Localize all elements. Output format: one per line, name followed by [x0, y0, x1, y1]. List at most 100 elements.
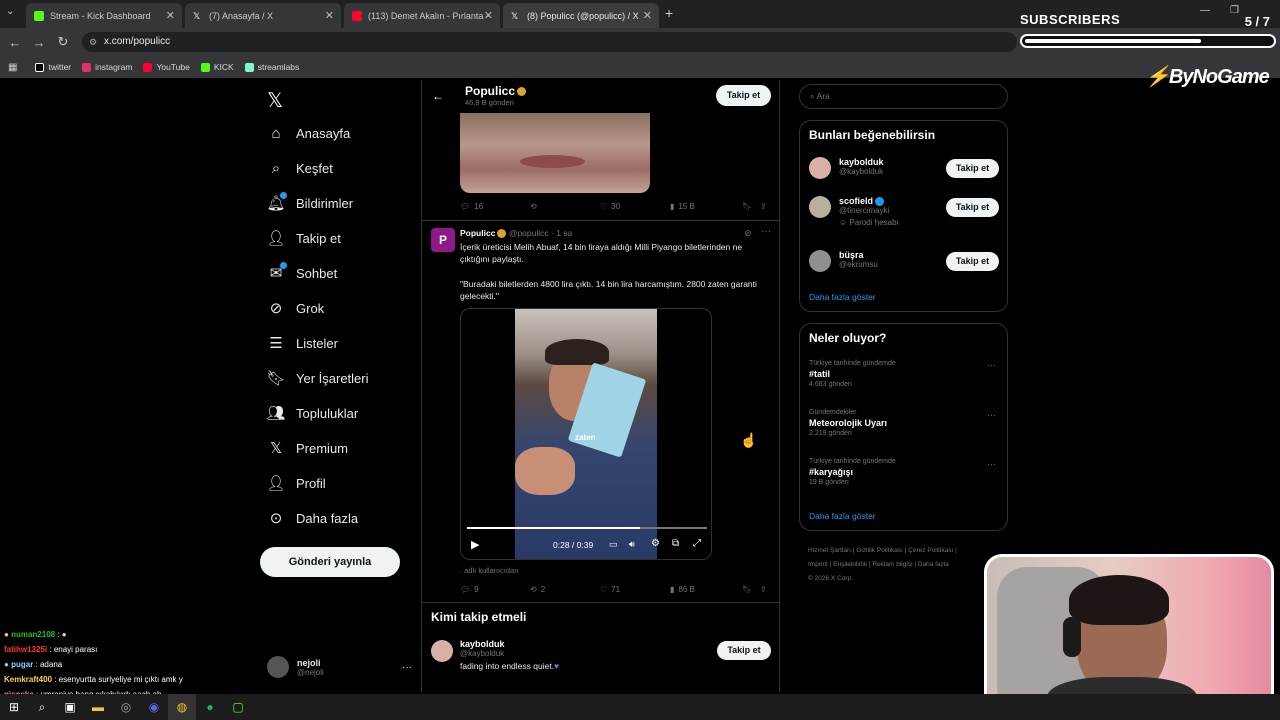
suggested-user[interactable]: kaybolduk @kaybolduk	[809, 157, 884, 179]
windows-start-icon[interactable]: ⊞	[0, 694, 28, 720]
repost-button[interactable]: ⟲	[530, 202, 537, 211]
tab-label: (113) Demet Akalın - Pırlanta -	[368, 10, 489, 21]
site-info-icon[interactable]: ⚙	[89, 32, 97, 52]
search-icon[interactable]: ⌕	[28, 694, 56, 720]
account-switcher[interactable]: nejoli @nejoli ···	[267, 654, 412, 680]
task-view-icon[interactable]: ▣	[56, 694, 84, 720]
bookmark-streamlabs[interactable]: streamlabs	[244, 62, 299, 72]
share-icon[interactable]: ⇪	[760, 585, 767, 594]
nav-follow[interactable]: 👤︎ Takip et	[266, 230, 340, 247]
close-tab-icon[interactable]: ✕	[325, 9, 334, 22]
show-more-link[interactable]: Daha fazla göster	[809, 292, 876, 302]
video-player[interactable]: zaten ▶ 0:28 / 0:39 ▭ 🔊︎ ⚙ ⧉ ⤢	[460, 308, 712, 560]
youtube-icon	[143, 62, 153, 72]
views-button[interactable]: ▮ 86 B	[670, 585, 695, 594]
nav-explore[interactable]: ⌕ Keşfet	[268, 160, 333, 177]
like-button[interactable]: ♡ 71	[600, 585, 620, 594]
bookmark-twitter[interactable]: twitter	[35, 62, 71, 72]
spotify-icon[interactable]: ●	[196, 694, 224, 720]
more-icon[interactable]: ···	[987, 360, 996, 370]
trend-item[interactable]: Türkiye tarihinde gündemde #karyağışı 19…	[809, 458, 896, 486]
apps-grid-icon[interactable]: ▦	[8, 62, 17, 73]
captions-icon[interactable]: ▭	[609, 539, 618, 550]
nav-more[interactable]: ⊙ Daha fazla	[268, 510, 358, 527]
bookmark-youtube[interactable]: YouTube	[143, 62, 190, 72]
footer-links[interactable]: Hizmet Şartları | Gizlilik Politikası | …	[808, 544, 998, 586]
more-icon[interactable]: ···	[761, 226, 771, 237]
discord-icon[interactable]: ◉	[140, 694, 168, 720]
app-icon[interactable]: ▢	[224, 694, 252, 720]
post-button[interactable]: Gönderi yayınla	[260, 547, 400, 577]
like-button[interactable]: ♡ 30	[600, 202, 620, 211]
trend-item[interactable]: Türkiye tarihinde gündemde #tatil 4.683 …	[809, 360, 896, 388]
fullscreen-icon[interactable]: ⤢	[693, 538, 701, 549]
bookmark-kick[interactable]: KICK	[200, 62, 234, 72]
browser-tab-populicc[interactable]: 𝕏 (8) Populicc (@populicc) / X ✕	[503, 3, 659, 28]
x-icon: 𝕏	[511, 10, 519, 21]
video-credit[interactable]: . adlı kullanıcıdan	[460, 566, 518, 575]
more-icon[interactable]: ···	[987, 459, 996, 469]
bookmark-post-icon[interactable]: 🔖︎	[742, 585, 752, 594]
suggested-user[interactable]: büşra @ekrumsu	[809, 250, 878, 272]
new-tab-button[interactable]: +	[665, 5, 673, 21]
avatar[interactable]: P	[431, 228, 455, 252]
nav-communities[interactable]: 👥︎ Topluluklar	[266, 405, 358, 422]
trend-item[interactable]: Gündemdekiler Meteorolojik Uyarı 2.219 g…	[809, 409, 887, 437]
back-icon[interactable]: ←	[3, 30, 27, 54]
nav-lists[interactable]: ☰ Listeler	[268, 335, 338, 352]
reply-button[interactable]: 💬︎ 9	[460, 585, 479, 594]
avatar[interactable]	[431, 640, 453, 662]
back-arrow-icon[interactable]: ←	[432, 89, 444, 103]
search-input[interactable]: ⌕ Ara	[799, 84, 1008, 109]
post-time[interactable]: · 1 sa	[551, 228, 572, 238]
views-button[interactable]: ▮ 15 B	[670, 202, 695, 211]
follow-button[interactable]: Takip et	[946, 159, 999, 178]
chrome-icon[interactable]: ◍	[168, 694, 196, 720]
tab-list-icon[interactable]: ⌄	[6, 6, 14, 17]
volume-icon[interactable]: 🔊︎	[629, 539, 635, 550]
browser-tab-x-home[interactable]: 𝕏 (7) Anasayfa / X ✕	[185, 3, 341, 28]
x-logo-icon[interactable]: 𝕏	[267, 88, 283, 113]
browser-tab-youtube[interactable]: (113) Demet Akalın - Pırlanta - ✕	[344, 3, 500, 28]
close-tab-icon[interactable]: ✕	[166, 9, 175, 22]
follow-button[interactable]: Takip et	[716, 85, 771, 106]
suggested-user[interactable]: scofield @tinercimayki ☺ Parodi hesabı	[809, 196, 899, 227]
follow-button[interactable]: Takip et	[946, 252, 999, 271]
grok-icon[interactable]: ⊘	[744, 228, 752, 239]
nav-grok[interactable]: ⊘ Grok	[268, 300, 324, 317]
show-more-link[interactable]: Daha fazla göster	[809, 511, 876, 521]
play-icon[interactable]: ▶	[471, 538, 479, 551]
steam-icon[interactable]: ◎	[112, 694, 140, 720]
file-explorer-icon[interactable]: ▬	[84, 694, 112, 720]
close-tab-icon[interactable]: ✕	[643, 9, 652, 22]
share-icon[interactable]: ⇪	[760, 202, 767, 211]
nav-profile[interactable]: 👤︎ Profil	[266, 475, 325, 492]
nav-home[interactable]: ⌂ Anasayfa	[268, 125, 350, 142]
bookmark-instagram[interactable]: instagram	[82, 62, 132, 72]
follow-button[interactable]: Takip et	[717, 641, 771, 660]
author-name[interactable]: Populicc	[460, 228, 495, 238]
close-tab-icon[interactable]: ✕	[484, 9, 493, 22]
nav-premium[interactable]: 𝕏 Premium	[268, 440, 348, 457]
reload-icon[interactable]: ↻	[51, 30, 75, 54]
repost-button[interactable]: ⟲ 2	[530, 585, 545, 594]
nav-notifications[interactable]: 🔔︎ Bildirimler	[266, 192, 353, 212]
nav-bookmarks[interactable]: 🔖︎ Yer İşaretleri	[266, 370, 368, 387]
author-handle[interactable]: @populicc	[509, 228, 549, 238]
nav-messages[interactable]: ✉ Sohbet	[268, 262, 337, 282]
browser-tab-kick[interactable]: Stream - Kick Dashboard ✕	[26, 3, 182, 28]
follow-button[interactable]: Takip et	[946, 198, 999, 217]
pip-icon[interactable]: ⧉	[672, 538, 679, 549]
more-icon[interactable]: ···	[987, 410, 996, 420]
bookmark-post-icon[interactable]: 🔖︎	[742, 202, 752, 211]
video-progress-track[interactable]	[467, 527, 707, 529]
reply-button[interactable]: 💬︎ 16	[460, 202, 483, 211]
more-icon[interactable]: ···	[402, 662, 412, 673]
profile-feed: ← Populicc 46,8 B gönderi Takip et 💬︎ 16 …	[421, 80, 780, 692]
avatar	[809, 157, 831, 179]
url-field[interactable]: ⚙ x.com/populicc	[82, 32, 1017, 52]
post-image[interactable]	[460, 113, 650, 193]
forward-icon[interactable]: →	[27, 30, 51, 54]
settings-icon[interactable]: ⚙	[651, 538, 660, 549]
suggested-user[interactable]: kaybolduk @kaybolduk fading into endless…	[460, 639, 559, 671]
